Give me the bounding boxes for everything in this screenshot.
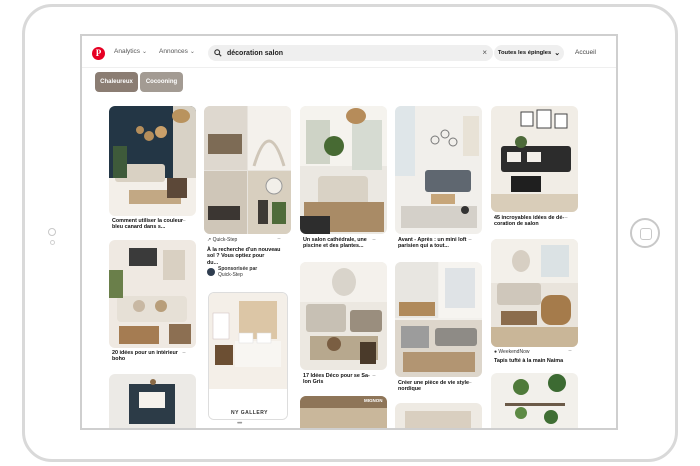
sponsored-label: Sponsorisée par Quick-Step [218, 266, 257, 279]
caption-line: nordique [398, 386, 422, 393]
source-label: WeekendNow [498, 349, 530, 355]
pin-caption[interactable]: Comment utiliser la couleur bleu canard … [112, 218, 183, 231]
pin-image[interactable] [491, 106, 578, 212]
more-options-icon[interactable]: ··· [564, 215, 568, 221]
pin-caption[interactable]: Tapis tufté à la main Naima [494, 358, 563, 364]
more-options-icon[interactable]: ··· [372, 237, 376, 243]
caption-line: coration de salon [494, 221, 539, 228]
pin-caption[interactable]: Un salon cathédrale, une piscine et des … [303, 237, 367, 250]
more-options-icon[interactable]: ··· [182, 350, 186, 356]
search-bar[interactable]: décoration salon × [208, 45, 493, 61]
promo-by: Quick-Step [218, 271, 243, 278]
pin-image[interactable] [109, 240, 196, 348]
more-options-icon[interactable]: ··· [277, 236, 281, 242]
sensor-icon [50, 240, 55, 245]
pinterest-logo-icon[interactable]: P [92, 47, 105, 60]
pin-badge: MIGNON [364, 398, 383, 403]
pin-image[interactable] [395, 106, 482, 234]
advertiser-avatar[interactable] [207, 268, 215, 276]
filter-chip-chaleureux[interactable]: Chaleureux [95, 72, 138, 92]
pin-image[interactable] [300, 262, 387, 370]
caption-line: piscine et des plantes... [303, 243, 364, 250]
chevron-down-icon: ⌄ [142, 49, 148, 55]
chevron-down-icon: ⌄ [189, 49, 195, 55]
clear-search-icon[interactable]: × [482, 48, 487, 57]
caption-line: boho [112, 356, 126, 363]
caption-line: Tapis tufté à la main Naima [494, 358, 564, 364]
home-link[interactable]: Accueil [575, 49, 596, 56]
screen: P Analytics ⌄ Annonces ⌄ décoration salo… [80, 34, 618, 430]
camera-icon [48, 228, 56, 236]
pin-caption[interactable]: 20 idées pour un intérieur boho [112, 350, 178, 363]
pin-image[interactable] [395, 262, 482, 377]
pin-image[interactable] [204, 106, 291, 234]
source-label: Quick-Step [212, 237, 238, 243]
pin-image[interactable] [491, 239, 578, 347]
pin-source[interactable]: ● WeekendNow [494, 349, 529, 355]
home-button-icon[interactable] [630, 218, 660, 248]
pin-caption[interactable]: 17 Idées Déco pour se Sa- lon Gris [303, 373, 370, 386]
top-bar: P Analytics ⌄ Annonces ⌄ décoration salo… [82, 36, 616, 68]
pin-image[interactable] [300, 106, 387, 234]
more-options-icon[interactable]: ··· [372, 373, 376, 379]
pin-caption[interactable]: Créer une pièce de vie style nordique [398, 380, 469, 393]
scope-dropdown[interactable]: Toutes les épingles ⌄ [494, 45, 564, 61]
pin-image[interactable] [109, 374, 196, 428]
chevron-down-icon: ⌄ [554, 50, 561, 57]
caption-line: bleu canard dans s... [112, 224, 166, 231]
pin-image[interactable] [491, 373, 578, 428]
pin-overlay-text: NY GALLERY [231, 410, 268, 416]
more-options-icon[interactable]: ··· [468, 380, 472, 386]
pin-image[interactable] [109, 106, 196, 216]
analytics-label: Analytics [114, 48, 141, 55]
pin-caption[interactable]: 45 incroyables idées de dé- coration de … [494, 215, 564, 228]
pin-source[interactable]: ↗ Quick-Step [207, 237, 237, 243]
filter-chip-cocooning[interactable]: Cocooning [140, 72, 183, 92]
pin-caption[interactable]: Avant - Après : un mini loft parisien qu… [398, 237, 466, 250]
pin-caption[interactable]: À la recherche d'un nouveau sol ? Vous o… [207, 247, 280, 266]
carousel-dots-icon[interactable]: •••• [237, 421, 243, 427]
more-options-icon[interactable]: ··· [182, 218, 186, 224]
caption-line: lon Gris [303, 379, 324, 386]
more-options-icon[interactable]: ··· [568, 348, 572, 354]
search-input[interactable]: décoration salon [227, 50, 283, 57]
pin-image[interactable] [208, 292, 288, 420]
analytics-menu[interactable]: Analytics ⌄ [114, 48, 147, 55]
more-options-icon[interactable]: ··· [468, 237, 472, 243]
scope-label: Toutes les épingles [497, 50, 552, 56]
search-icon [214, 49, 222, 57]
annonces-label: Annonces [159, 48, 188, 55]
annonces-menu[interactable]: Annonces ⌄ [159, 48, 195, 55]
caption-line: parisien qui a tout... [398, 243, 449, 250]
pin-image[interactable] [395, 403, 482, 428]
